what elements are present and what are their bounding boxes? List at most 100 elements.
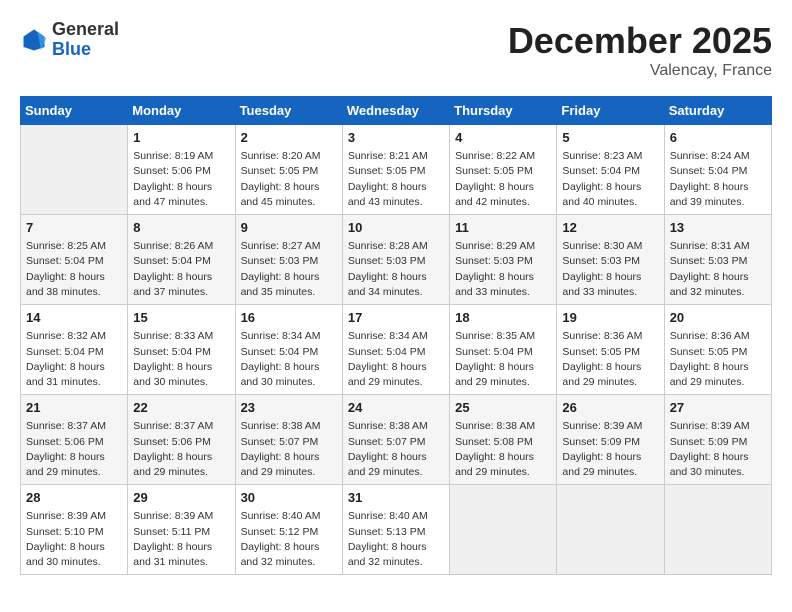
calendar-cell: 7 Sunrise: 8:25 AM Sunset: 5:04 PM Daylig… (21, 215, 128, 305)
day-number: 1 (133, 129, 229, 147)
day-number: 12 (562, 219, 658, 237)
calendar-cell: 1 Sunrise: 8:19 AM Sunset: 5:06 PM Daylig… (128, 125, 235, 215)
day-info: Sunrise: 8:27 AM Sunset: 5:03 PM Dayligh… (241, 239, 337, 300)
day-info: Sunrise: 8:32 AM Sunset: 5:04 PM Dayligh… (26, 329, 122, 390)
day-info: Sunrise: 8:19 AM Sunset: 5:06 PM Dayligh… (133, 149, 229, 210)
calendar-cell: 8Sunrise: 8:26 AM Sunset: 5:04 PM Daylig… (128, 215, 235, 305)
day-info: Sunrise: 8:24 AM Sunset: 5:04 PM Dayligh… (670, 149, 766, 210)
day-info: Sunrise: 8:25 AM Sunset: 5:04 PM Dayligh… (26, 239, 122, 300)
calendar-cell: 15 Sunrise: 8:33 AM Sunset: 5:04 PM Dayli… (128, 305, 235, 395)
day-number: 28 (26, 489, 122, 507)
day-number: 14 (26, 309, 122, 327)
day-number: 7 (26, 219, 122, 237)
day-info: Sunrise: 8:31 AM Sunset: 5:03 PM Dayligh… (670, 239, 766, 300)
calendar-col-wednesday: Wednesday (342, 97, 449, 125)
day-number: 5 (562, 129, 658, 147)
calendar-cell (450, 485, 557, 575)
day-info: Sunrise: 8:38 AM Sunset: 5:07 PM Dayligh… (241, 419, 337, 480)
day-number: 3 (348, 129, 444, 147)
calendar-cell: 16Sunrise: 8:34 AM Sunset: 5:04 PM Dayli… (235, 305, 342, 395)
day-info: Sunrise: 8:36 AM Sunset: 5:05 PM Dayligh… (562, 329, 658, 390)
calendar-col-saturday: Saturday (664, 97, 771, 125)
day-info: Sunrise: 8:36 AM Sunset: 5:05 PM Dayligh… (670, 329, 766, 390)
day-info: Sunrise: 8:26 AM Sunset: 5:04 PM Dayligh… (133, 239, 229, 300)
calendar-col-friday: Friday (557, 97, 664, 125)
day-info: Sunrise: 8:38 AM Sunset: 5:08 PM Dayligh… (455, 419, 551, 480)
calendar-col-thursday: Thursday (450, 97, 557, 125)
calendar-cell: 20 Sunrise: 8:36 AM Sunset: 5:05 PM Dayli… (664, 305, 771, 395)
calendar-cell: 10 Sunrise: 8:28 AM Sunset: 5:03 PM Dayli… (342, 215, 449, 305)
day-info: Sunrise: 8:21 AM Sunset: 5:05 PM Dayligh… (348, 149, 444, 210)
day-number: 4 (455, 129, 551, 147)
calendar-cell: 11Sunrise: 8:29 AM Sunset: 5:03 PM Dayli… (450, 215, 557, 305)
day-number: 17 (348, 309, 444, 327)
day-info: Sunrise: 8:33 AM Sunset: 5:04 PM Dayligh… (133, 329, 229, 390)
calendar-cell: 31Sunrise: 8:40 AM Sunset: 5:13 PM Dayli… (342, 485, 449, 575)
calendar-cell: 28 Sunrise: 8:39 AM Sunset: 5:10 PM Dayli… (21, 485, 128, 575)
calendar-cell: 4 Sunrise: 8:22 AM Sunset: 5:05 PM Daylig… (450, 125, 557, 215)
calendar-cell: 13 Sunrise: 8:31 AM Sunset: 5:03 PM Dayli… (664, 215, 771, 305)
day-number: 2 (241, 129, 337, 147)
calendar-cell: 2 Sunrise: 8:20 AM Sunset: 5:05 PM Daylig… (235, 125, 342, 215)
day-number: 18 (455, 309, 551, 327)
day-number: 10 (348, 219, 444, 237)
logo-text: General Blue (52, 20, 119, 60)
calendar-cell: 12 Sunrise: 8:30 AM Sunset: 5:03 PM Dayli… (557, 215, 664, 305)
calendar-cell: 29Sunrise: 8:39 AM Sunset: 5:11 PM Dayli… (128, 485, 235, 575)
day-info: Sunrise: 8:40 AM Sunset: 5:12 PM Dayligh… (241, 509, 337, 570)
day-number: 21 (26, 399, 122, 417)
day-info: Sunrise: 8:20 AM Sunset: 5:05 PM Dayligh… (241, 149, 337, 210)
calendar-table: SundayMondayTuesdayWednesdayThursdayFrid… (20, 96, 772, 575)
day-number: 6 (670, 129, 766, 147)
calendar-col-sunday: Sunday (21, 97, 128, 125)
day-number: 29 (133, 489, 229, 507)
day-info: Sunrise: 8:40 AM Sunset: 5:13 PM Dayligh… (348, 509, 444, 570)
day-info: Sunrise: 8:22 AM Sunset: 5:05 PM Dayligh… (455, 149, 551, 210)
calendar-week-row: 14 Sunrise: 8:32 AM Sunset: 5:04 PM Dayli… (21, 305, 772, 395)
day-info: Sunrise: 8:35 AM Sunset: 5:04 PM Dayligh… (455, 329, 551, 390)
calendar-cell: 9 Sunrise: 8:27 AM Sunset: 5:03 PM Daylig… (235, 215, 342, 305)
day-number: 26 (562, 399, 658, 417)
day-info: Sunrise: 8:34 AM Sunset: 5:04 PM Dayligh… (348, 329, 444, 390)
calendar-week-row: 28 Sunrise: 8:39 AM Sunset: 5:10 PM Dayli… (21, 485, 772, 575)
calendar-cell: 27 Sunrise: 8:39 AM Sunset: 5:09 PM Dayli… (664, 395, 771, 485)
logo-general: General (52, 20, 119, 40)
calendar-cell: 14 Sunrise: 8:32 AM Sunset: 5:04 PM Dayli… (21, 305, 128, 395)
day-info: Sunrise: 8:28 AM Sunset: 5:03 PM Dayligh… (348, 239, 444, 300)
calendar-cell: 19Sunrise: 8:36 AM Sunset: 5:05 PM Dayli… (557, 305, 664, 395)
calendar-cell: 23Sunrise: 8:38 AM Sunset: 5:07 PM Dayli… (235, 395, 342, 485)
location: Valencay, France (508, 62, 772, 80)
calendar-cell: 6 Sunrise: 8:24 AM Sunset: 5:04 PM Daylig… (664, 125, 771, 215)
day-info: Sunrise: 8:34 AM Sunset: 5:04 PM Dayligh… (241, 329, 337, 390)
calendar-cell: 30Sunrise: 8:40 AM Sunset: 5:12 PM Dayli… (235, 485, 342, 575)
day-number: 13 (670, 219, 766, 237)
day-number: 27 (670, 399, 766, 417)
logo-blue: Blue (52, 40, 119, 60)
day-number: 24 (348, 399, 444, 417)
calendar-cell: 21 Sunrise: 8:37 AM Sunset: 5:06 PM Dayli… (21, 395, 128, 485)
calendar-cell: 18 Sunrise: 8:35 AM Sunset: 5:04 PM Dayli… (450, 305, 557, 395)
calendar-col-tuesday: Tuesday (235, 97, 342, 125)
calendar-cell (664, 485, 771, 575)
title-block: December 2025 Valencay, France (508, 20, 772, 80)
calendar-cell: 22Sunrise: 8:37 AM Sunset: 5:06 PM Dayli… (128, 395, 235, 485)
calendar-cell: 17 Sunrise: 8:34 AM Sunset: 5:04 PM Dayli… (342, 305, 449, 395)
calendar-cell: 26 Sunrise: 8:39 AM Sunset: 5:09 PM Dayli… (557, 395, 664, 485)
day-info: Sunrise: 8:39 AM Sunset: 5:10 PM Dayligh… (26, 509, 122, 570)
calendar-col-monday: Monday (128, 97, 235, 125)
day-number: 9 (241, 219, 337, 237)
day-info: Sunrise: 8:38 AM Sunset: 5:07 PM Dayligh… (348, 419, 444, 480)
day-info: Sunrise: 8:23 AM Sunset: 5:04 PM Dayligh… (562, 149, 658, 210)
day-number: 15 (133, 309, 229, 327)
day-info: Sunrise: 8:39 AM Sunset: 5:09 PM Dayligh… (670, 419, 766, 480)
day-number: 20 (670, 309, 766, 327)
calendar-header-row: SundayMondayTuesdayWednesdayThursdayFrid… (21, 97, 772, 125)
calendar-week-row: 21 Sunrise: 8:37 AM Sunset: 5:06 PM Dayli… (21, 395, 772, 485)
day-info: Sunrise: 8:39 AM Sunset: 5:09 PM Dayligh… (562, 419, 658, 480)
calendar-cell (21, 125, 128, 215)
page-header: General Blue December 2025 Valencay, Fra… (20, 20, 772, 80)
calendar-cell (557, 485, 664, 575)
day-info: Sunrise: 8:30 AM Sunset: 5:03 PM Dayligh… (562, 239, 658, 300)
calendar-cell: 5 Sunrise: 8:23 AM Sunset: 5:04 PM Daylig… (557, 125, 664, 215)
day-info: Sunrise: 8:37 AM Sunset: 5:06 PM Dayligh… (26, 419, 122, 480)
